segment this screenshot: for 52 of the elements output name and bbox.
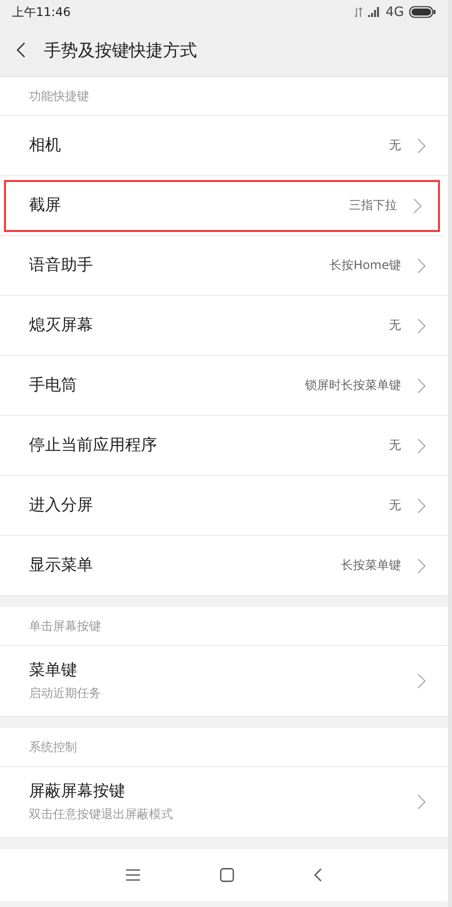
settings-row[interactable]: 屏蔽屏幕按键 双击任意按键退出屏蔽模式 [0, 767, 448, 837]
row-subtitle: 启动近期任务 [29, 685, 102, 702]
settings-row[interactable]: 进入分屏 无 [0, 476, 448, 536]
row-label: 熄灭屏幕 [29, 315, 94, 336]
row-label: 停止当前应用程序 [29, 435, 158, 456]
settings-row[interactable]: 语音助手 长按Home键 [0, 236, 448, 296]
row-subtitle: 双击任意按键退出屏蔽模式 [29, 806, 174, 823]
row-label: 菜单键 [29, 660, 78, 681]
network-type: 4G [386, 4, 404, 20]
row-label: 手电筒 [29, 375, 78, 396]
chevron-icon [417, 138, 426, 154]
back-icon[interactable] [314, 868, 322, 882]
section-header: 单击屏幕按键 [29, 618, 101, 634]
chevron-icon [413, 198, 422, 214]
row-label: 相机 [29, 135, 62, 156]
status-time: 上午11:46 [12, 4, 71, 20]
chevron-icon [417, 438, 426, 454]
row-value: 锁屏时长按菜单键 [305, 377, 401, 394]
row-value: 长按Home键 [330, 257, 401, 274]
settings-row[interactable]: 手电筒 锁屏时长按菜单键 [0, 356, 448, 416]
chevron-icon [417, 558, 426, 574]
row-value: 无 [389, 497, 401, 514]
row-label: 屏蔽屏幕按键 [29, 781, 126, 802]
row-value: 三指下拉 [349, 197, 397, 214]
page-title: 手势及按键快捷方式 [44, 40, 197, 62]
row-label: 截屏 [29, 195, 62, 216]
signal-icon [368, 7, 381, 17]
chevron-icon [417, 318, 426, 334]
chevron-icon [417, 378, 426, 394]
settings-row[interactable]: 显示菜单 长按菜单键 [0, 536, 448, 595]
chevron-icon [417, 498, 426, 514]
row-label: 语音助手 [29, 255, 94, 276]
data-arrows-icon [354, 6, 363, 18]
row-value: 长按菜单键 [341, 557, 401, 574]
menu-icon[interactable] [126, 869, 140, 881]
row-label: 显示菜单 [29, 555, 94, 576]
settings-row[interactable]: 菜单键 启动近期任务 [0, 646, 448, 716]
settings-row[interactable]: 熄灭屏幕 无 [0, 296, 448, 356]
chevron-icon [417, 794, 426, 810]
settings-row[interactable]: 相机 无 [0, 116, 448, 176]
row-value: 无 [389, 317, 401, 334]
settings-row[interactable]: 截屏 三指下拉 [0, 176, 444, 236]
home-icon[interactable] [220, 868, 234, 882]
chevron-icon [417, 673, 426, 689]
row-label: 进入分屏 [29, 495, 94, 516]
battery-icon [409, 6, 436, 18]
section-header: 功能快捷键 [29, 88, 89, 104]
chevron-icon [417, 258, 426, 274]
settings-row[interactable]: 停止当前应用程序 无 [0, 416, 448, 476]
row-value: 无 [389, 137, 401, 154]
section-header: 系统控制 [29, 738, 77, 756]
row-value: 无 [389, 437, 401, 454]
